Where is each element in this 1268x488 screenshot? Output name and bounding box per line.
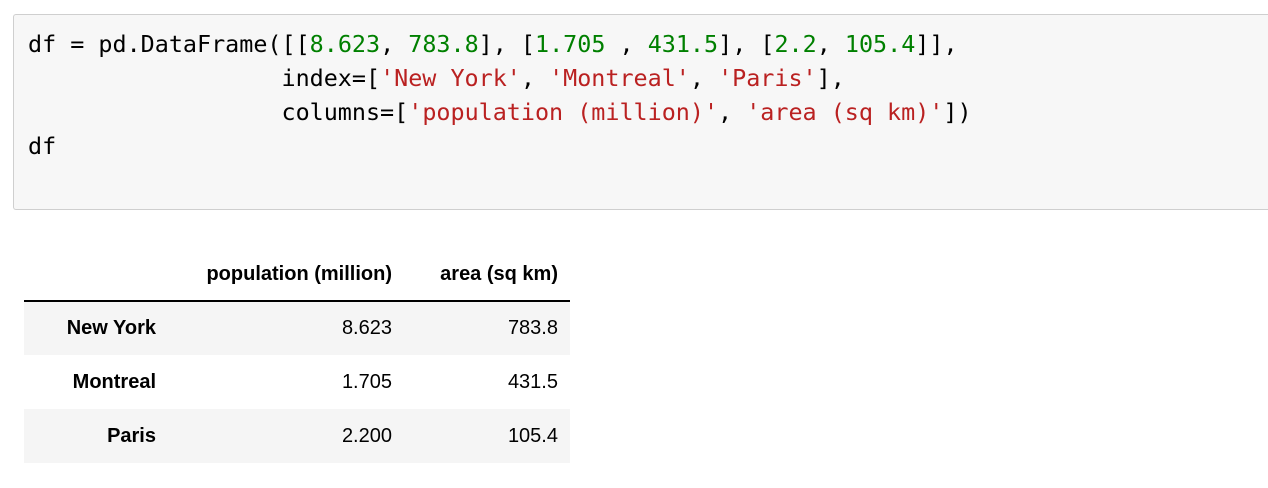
index-header	[24, 248, 168, 302]
code-editor[interactable]: df = pd.DataFrame([[8.623, 783.8], [1.70…	[28, 27, 972, 163]
row-index-label: Paris	[107, 424, 156, 447]
column-header-population: population (million)	[168, 248, 404, 302]
code-token: df = pd.DataFrame([[	[28, 30, 310, 58]
code-token: ])	[943, 98, 972, 126]
table-row: Montreal 1.705 431.5	[24, 355, 570, 409]
string-token: 'area (sq km)'	[746, 98, 944, 126]
table-cell: 105.4	[507, 424, 558, 447]
number-token: 8.623	[309, 30, 381, 58]
number-token: 105.4	[844, 30, 916, 58]
table-cell: 431.5	[507, 370, 558, 393]
code-token: ,	[605, 30, 648, 58]
code-token: ], [	[718, 30, 775, 58]
table-cell: 8.623	[341, 317, 392, 339]
code-line: index=['New York', 'Montreal', 'Paris'],	[28, 61, 972, 95]
table-cell: 1.705	[341, 370, 392, 393]
code-token: ],	[816, 64, 845, 92]
code-token: index=[	[28, 64, 381, 92]
dataframe-output-table: population (million) area (sq km) New Yo…	[24, 248, 570, 463]
string-token: 'Montreal'	[549, 64, 690, 92]
table-cell: 2.200	[341, 424, 392, 447]
code-cell[interactable]: df = pd.DataFrame([[8.623, 783.8], [1.70…	[13, 14, 1268, 210]
code-token: ,	[380, 30, 409, 58]
string-token: 'population (million)'	[408, 98, 719, 126]
row-index-label: New York	[66, 317, 156, 339]
table-cell: 783.8	[507, 317, 558, 339]
code-token: ], [	[478, 30, 536, 58]
table-row: Paris 2.200 105.4	[24, 409, 570, 463]
number-token: 431.5	[647, 30, 719, 58]
code-line: df = pd.DataFrame([[8.623, 783.8], [1.70…	[28, 27, 972, 61]
code-line: df	[28, 129, 972, 163]
number-token: 1.705	[535, 30, 606, 58]
number-token: 2.2	[774, 30, 817, 58]
code-token: ]],	[915, 30, 958, 58]
code-line: columns=['population (million)', 'area (…	[28, 95, 972, 129]
table-header-row: population (million) area (sq km)	[24, 248, 570, 302]
code-token: ,	[689, 64, 719, 92]
code-token: columns=[	[28, 98, 409, 126]
number-token: 783.8	[408, 30, 479, 58]
column-header-area: area (sq km)	[404, 248, 570, 302]
code-token: ,	[816, 30, 845, 58]
code-token: df	[28, 132, 57, 160]
code-token: ,	[520, 64, 550, 92]
table-row: New York 8.623 783.8	[24, 301, 570, 355]
string-token: 'New York'	[380, 64, 521, 92]
string-token: 'Paris'	[718, 64, 817, 92]
code-token: ,	[718, 98, 747, 126]
row-index-label: Montreal	[72, 370, 156, 393]
